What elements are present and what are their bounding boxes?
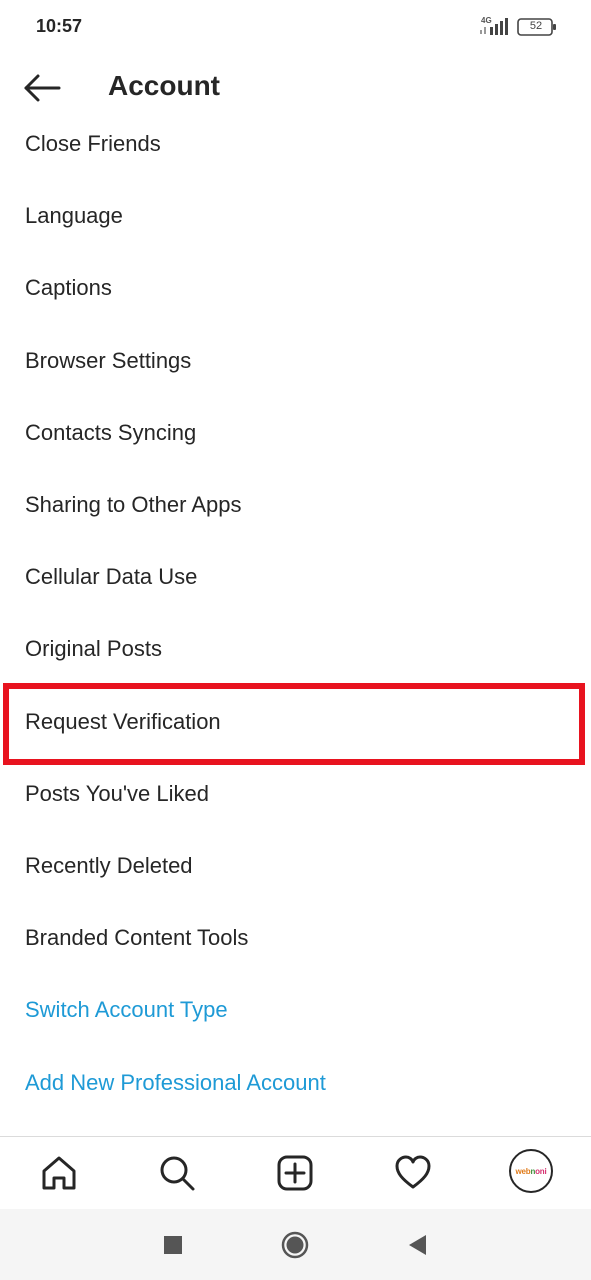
signal-strength-icon: [480, 18, 508, 35]
avatar-logo-text: webnoni: [515, 1166, 547, 1176]
recents-square-icon: [164, 1236, 182, 1254]
system-back-button[interactable]: [400, 1228, 434, 1262]
search-icon: [160, 1156, 195, 1191]
menu-item-original-posts[interactable]: Original Posts: [0, 613, 591, 685]
screen: 10:57 4G 52 Account Close Friends Langua…: [0, 0, 591, 1280]
nav-home-button[interactable]: [37, 1151, 81, 1195]
recents-button[interactable]: [156, 1228, 190, 1262]
menu-item-cellular-data-use[interactable]: Cellular Data Use: [0, 541, 591, 613]
back-button[interactable]: [18, 68, 66, 108]
nav-new-post-button[interactable]: [273, 1151, 317, 1195]
menu-item-sharing-to-other-apps[interactable]: Sharing to Other Apps: [0, 469, 591, 541]
nav-activity-button[interactable]: [391, 1151, 435, 1195]
menu-item-browser-settings[interactable]: Browser Settings: [0, 325, 591, 397]
back-triangle-icon: [409, 1235, 426, 1255]
page-title: Account: [108, 70, 220, 101]
profile-avatar[interactable]: webnoni: [509, 1149, 553, 1193]
menu-item-request-verification[interactable]: Request Verification: [0, 686, 591, 758]
menu-item-add-new-professional-account[interactable]: Add New Professional Account: [0, 1046, 591, 1118]
menu-item-recently-deleted[interactable]: Recently Deleted: [0, 830, 591, 902]
settings-list: Close Friends Language Captions Browser …: [0, 108, 591, 1119]
back-arrow-icon: [24, 74, 61, 102]
menu-item-switch-account-type[interactable]: Switch Account Type: [0, 974, 591, 1046]
nav-search-button[interactable]: [155, 1151, 199, 1195]
menu-item-close-friends[interactable]: Close Friends: [0, 108, 591, 180]
bottom-nav: webnoni: [0, 1137, 591, 1209]
system-home-button[interactable]: [278, 1228, 312, 1262]
status-bar: 10:57 4G 52: [0, 0, 591, 54]
home-circle-icon: [281, 1231, 309, 1259]
activity-heart-icon: [395, 1155, 431, 1189]
battery-level: 52: [529, 20, 543, 32]
status-time: 10:57: [36, 16, 83, 36]
menu-item-contacts-syncing[interactable]: Contacts Syncing: [0, 397, 591, 469]
system-nav-bar: [0, 1209, 591, 1280]
menu-item-captions[interactable]: Captions: [0, 252, 591, 324]
menu-item-language[interactable]: Language: [0, 180, 591, 252]
menu-item-branded-content-tools[interactable]: Branded Content Tools: [0, 902, 591, 974]
home-icon: [42, 1156, 76, 1190]
menu-item-posts-youve-liked[interactable]: Posts You've Liked: [0, 758, 591, 830]
new-post-icon: [277, 1155, 313, 1191]
